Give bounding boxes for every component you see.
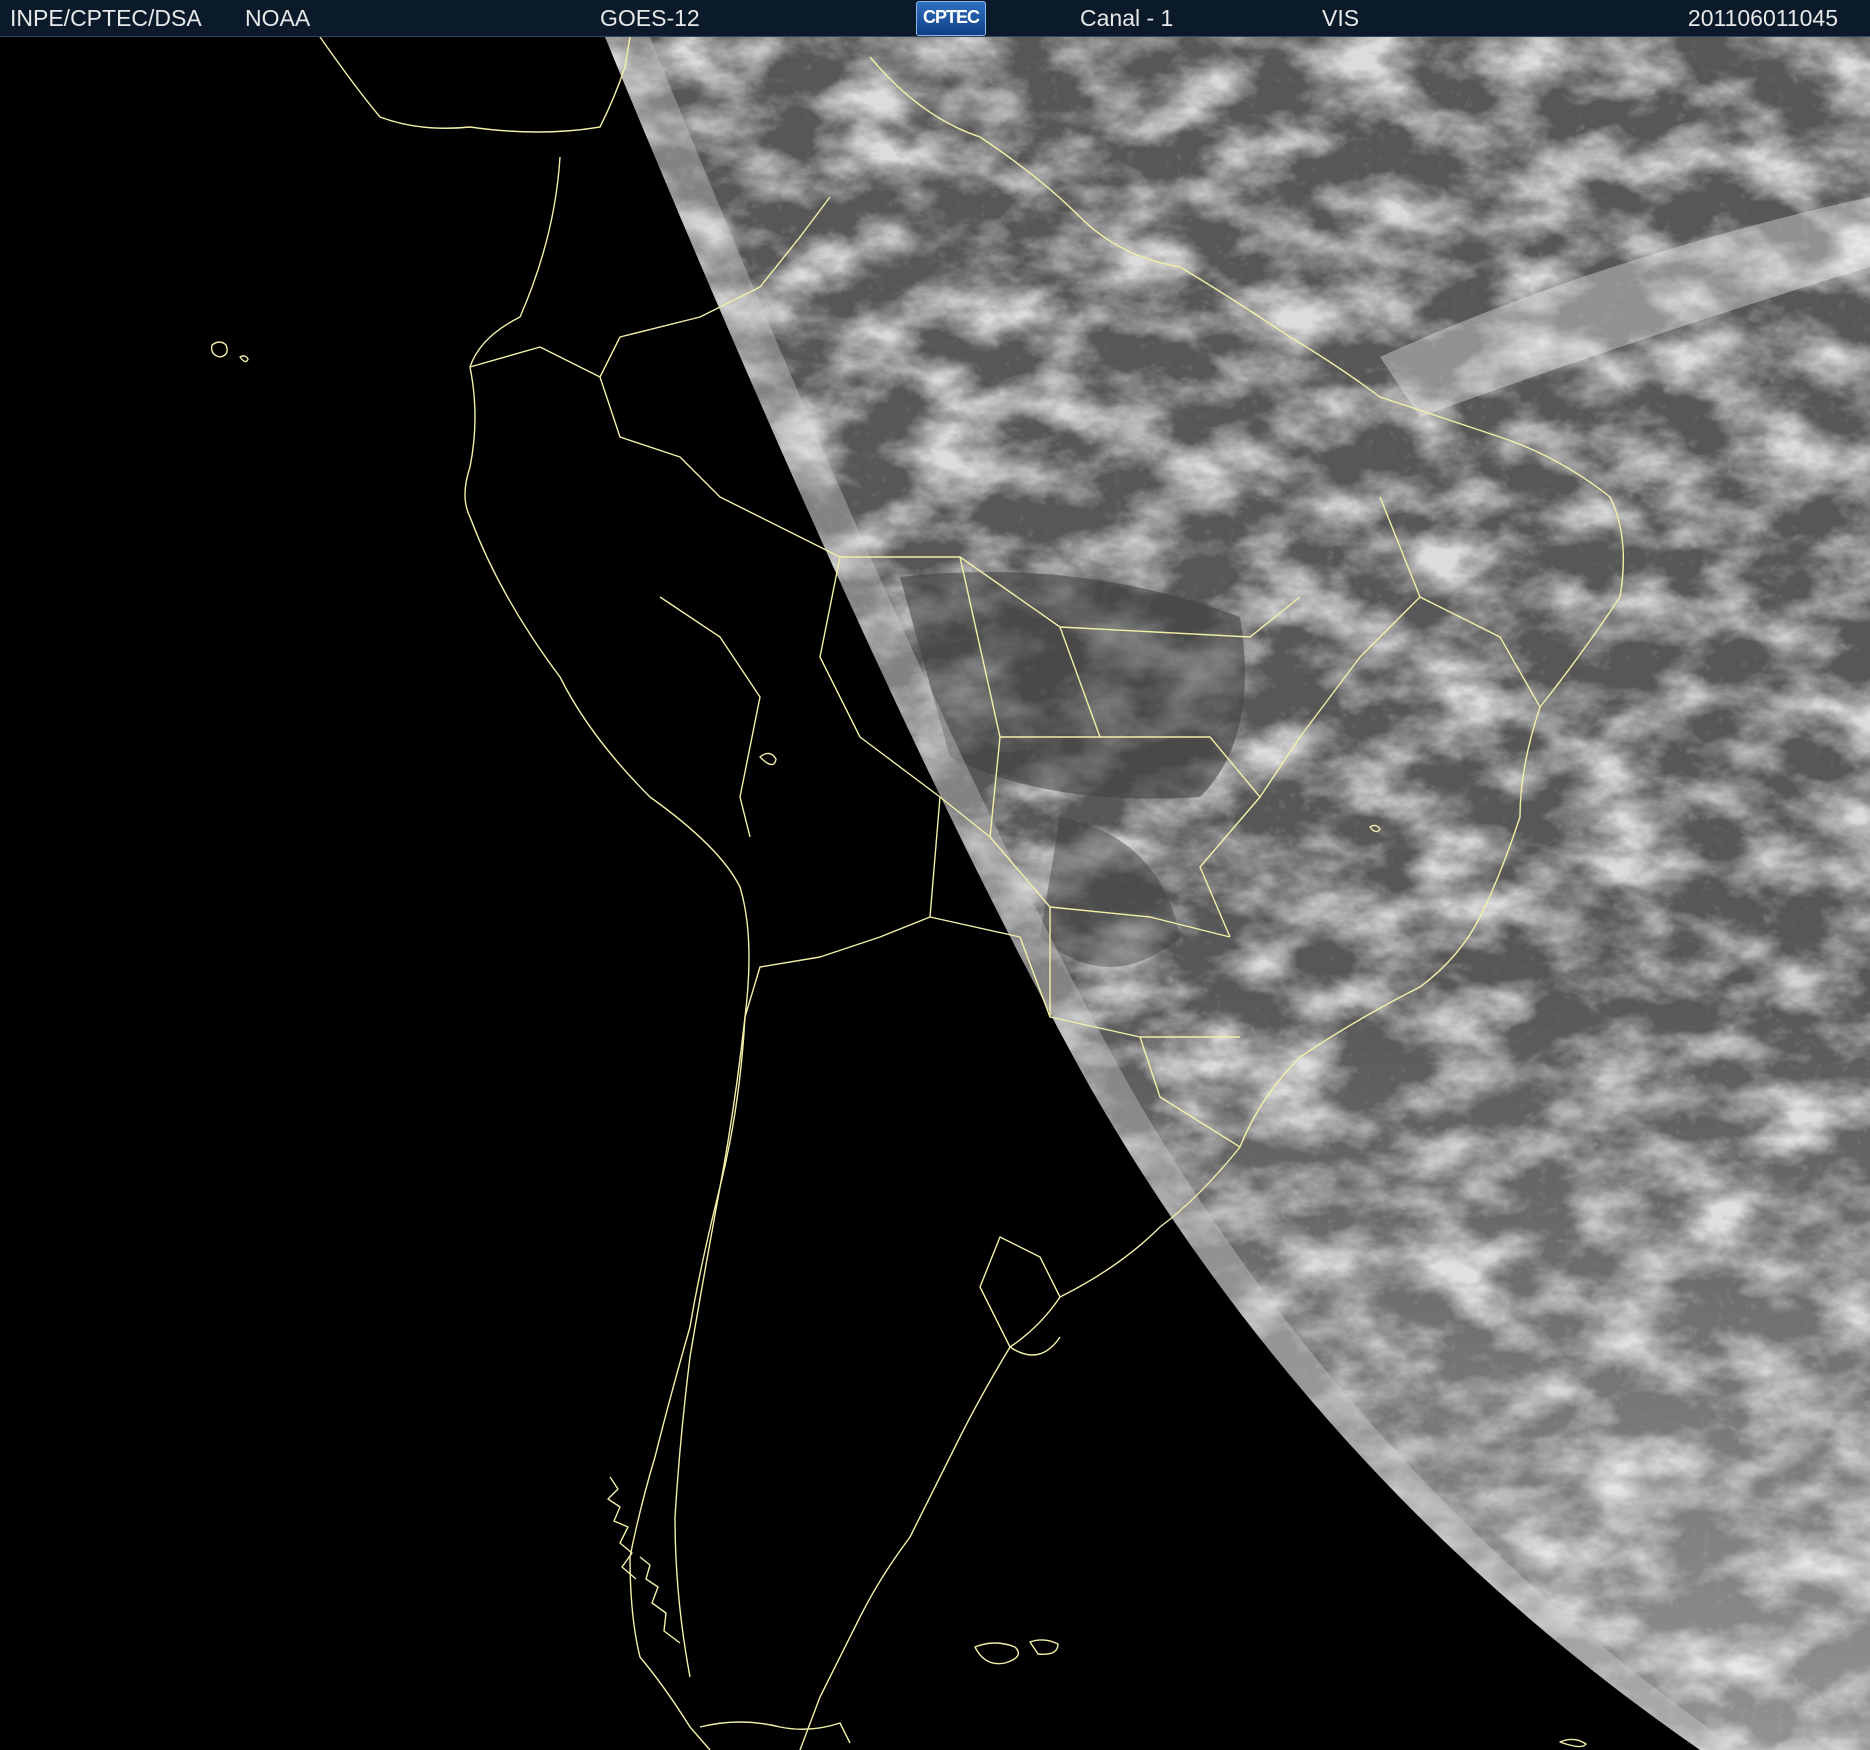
agency-label: NOAA [245, 5, 311, 31]
satellite-label: GOES-12 [600, 5, 700, 31]
satellite-map [0, 37, 1870, 1750]
timestamp-label: 201106011045 [1687, 5, 1838, 31]
channel-label: Canal - 1 [1080, 5, 1174, 31]
band-label: VIS [1322, 5, 1360, 31]
organization-label: INPE/CPTEC/DSA [10, 5, 202, 31]
cptec-logo: CPTEC [916, 1, 986, 36]
logo-text: CPTEC [922, 7, 980, 27]
image-header-bar: INPE/CPTEC/DSA NOAA GOES-12 CPTEC Canal … [0, 0, 1870, 37]
